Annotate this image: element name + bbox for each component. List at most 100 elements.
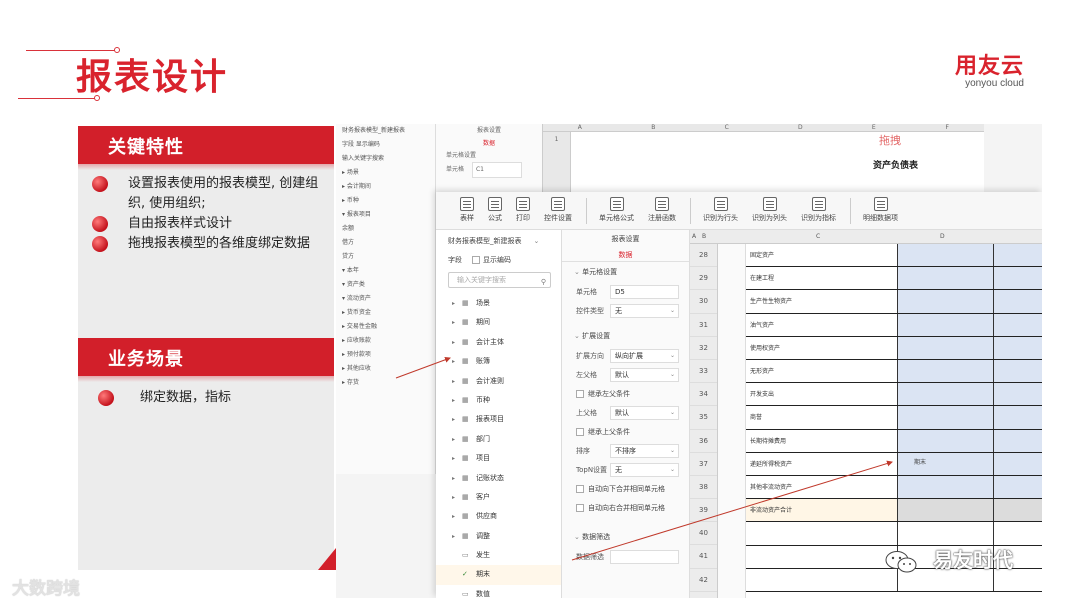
back-tree-row[interactable]: ▾ 流动资产 bbox=[336, 292, 435, 306]
toolbar-button[interactable]: 表样 bbox=[460, 192, 474, 223]
tree-node[interactable]: ▸ ▦ 期间 bbox=[436, 313, 561, 332]
tree-node[interactable]: ▸ ▦ 账簿 bbox=[436, 352, 561, 371]
value-cell[interactable] bbox=[994, 522, 1042, 545]
item-label-cell[interactable] bbox=[746, 568, 898, 591]
value-cell[interactable] bbox=[994, 499, 1042, 522]
toolbar-button[interactable]: 公式 bbox=[488, 192, 502, 223]
toolbar-button[interactable]: 注册函数 bbox=[648, 192, 676, 223]
tree-node[interactable]: ▸ ▦ 会计主体 bbox=[436, 333, 561, 352]
expand-arrow-icon[interactable]: ▸ bbox=[452, 507, 462, 526]
inherit-left-checkbox[interactable]: 继承左父条件 bbox=[562, 384, 689, 403]
value-cell[interactable] bbox=[994, 360, 1042, 383]
tab-fields[interactable]: 字段 bbox=[448, 255, 462, 265]
value-cell[interactable] bbox=[898, 499, 994, 522]
item-label-cell[interactable]: 固定资产 bbox=[746, 244, 898, 267]
expand-arrow-icon[interactable]: ▸ bbox=[452, 333, 462, 352]
show-code-toggle[interactable]: 显示编码 bbox=[472, 255, 511, 265]
back-tree-row[interactable]: ▾ 资产类 bbox=[336, 278, 435, 292]
toolbar-button[interactable]: 识别为列头 bbox=[752, 192, 787, 223]
search-icon[interactable]: ⚲ bbox=[541, 275, 546, 289]
value-cell[interactable] bbox=[898, 476, 994, 499]
back-column-label[interactable]: A bbox=[543, 124, 617, 131]
row-number[interactable]: 39 bbox=[690, 499, 717, 523]
value-cell[interactable] bbox=[994, 244, 1042, 267]
item-label-cell[interactable]: 其他非流动资产 bbox=[746, 476, 898, 499]
tree-node[interactable]: ▭ 数值 bbox=[436, 585, 561, 598]
tree-node[interactable]: ▸ ▦ 调整 bbox=[436, 527, 561, 546]
row-number[interactable]: 34 bbox=[690, 383, 717, 407]
model-selector[interactable]: 财务报表模型_新建报表 ⌄ bbox=[436, 230, 561, 252]
item-label-cell[interactable]: 递延所得税资产 bbox=[746, 452, 898, 475]
expand-arrow-icon[interactable]: ▸ bbox=[452, 430, 462, 449]
column-label[interactable]: C bbox=[816, 233, 820, 240]
expand-settings-section[interactable]: ⌄ 扩展设置 bbox=[562, 326, 689, 346]
tree-node[interactable]: ▸ ▦ 会计准则 bbox=[436, 372, 561, 391]
tab-data[interactable]: 数据 bbox=[562, 248, 689, 262]
tree-node[interactable]: ▸ ▦ 报表项目 bbox=[436, 410, 561, 429]
expand-arrow-icon[interactable]: ▸ bbox=[452, 294, 462, 313]
item-label-cell[interactable]: 商誉 bbox=[746, 406, 898, 429]
expand-arrow-icon[interactable]: ▸ bbox=[452, 449, 462, 468]
data-filter-section[interactable]: ⌄ 数据筛选 bbox=[562, 527, 689, 547]
item-label-cell[interactable]: 开发支出 bbox=[746, 383, 898, 406]
expand-arrow-icon[interactable]: ▸ bbox=[452, 469, 462, 488]
back-tree-row[interactable]: ▸ 其他应收 bbox=[336, 362, 435, 376]
row-number[interactable]: 40 bbox=[690, 522, 717, 546]
value-cell[interactable] bbox=[898, 429, 994, 452]
item-label-cell[interactable]: 油气资产 bbox=[746, 313, 898, 336]
row-number[interactable]: 28 bbox=[690, 244, 717, 268]
value-cell[interactable] bbox=[994, 267, 1042, 290]
item-label-cell[interactable]: 使用权资产 bbox=[746, 336, 898, 359]
back-prop-tab[interactable]: 数据 bbox=[436, 138, 542, 150]
value-cell[interactable] bbox=[994, 476, 1042, 499]
back-tree-row[interactable]: ▸ 存货 bbox=[336, 376, 435, 390]
item-label-cell[interactable]: 长期待摊费用 bbox=[746, 429, 898, 452]
back-tree-row[interactable]: ▸ 应收账款 bbox=[336, 334, 435, 348]
value-cell[interactable] bbox=[898, 360, 994, 383]
control-type-select[interactable]: 无 ⌄ bbox=[610, 303, 679, 318]
row-number[interactable]: 41 bbox=[690, 545, 717, 569]
value-cell[interactable] bbox=[898, 313, 994, 336]
back-tree-row[interactable]: ▸ 预付款项 bbox=[336, 348, 435, 362]
column-label[interactable]: B bbox=[702, 233, 706, 240]
sort-select[interactable]: 不排序 ⌄ bbox=[610, 443, 679, 458]
value-cell[interactable] bbox=[898, 290, 994, 313]
cell-settings-section[interactable]: ⌄ 单元格设置 bbox=[562, 262, 689, 282]
back-tree-row[interactable]: 贷方 bbox=[336, 250, 435, 264]
tree-node[interactable]: ▭ 发生 bbox=[436, 546, 561, 565]
back-tree-row[interactable]: 借方 bbox=[336, 236, 435, 250]
back-tree-row[interactable]: 输入关键字搜索 bbox=[336, 152, 435, 166]
value-cell[interactable] bbox=[994, 336, 1042, 359]
value-cell[interactable] bbox=[898, 336, 994, 359]
back-tree-row[interactable]: ▸ 会计期间 bbox=[336, 180, 435, 194]
back-tree-row[interactable]: ▸ 币种 bbox=[336, 194, 435, 208]
back-tree-row[interactable]: 财务报表模型_新建报表 bbox=[336, 124, 435, 138]
toolbar-button[interactable]: 控件设置 bbox=[544, 192, 572, 223]
expand-arrow-icon[interactable]: ▸ bbox=[452, 410, 462, 429]
item-label-cell[interactable]: 无形资产 bbox=[746, 360, 898, 383]
checkbox[interactable] bbox=[472, 256, 480, 264]
back-tree-row[interactable]: ▸ 货币资金 bbox=[336, 306, 435, 320]
merge-down-checkbox[interactable]: 自动向下合并相同单元格 bbox=[562, 479, 689, 498]
value-cell[interactable] bbox=[994, 290, 1042, 313]
up-parent-select[interactable]: 默认 ⌄ bbox=[610, 405, 679, 420]
value-cell[interactable] bbox=[898, 267, 994, 290]
expand-arrow-icon[interactable]: ▸ bbox=[452, 372, 462, 391]
merge-right-checkbox[interactable]: 自动向右合并相同单元格 bbox=[562, 498, 689, 517]
tree-node[interactable]: ✓ 期末 bbox=[436, 565, 561, 585]
value-cell[interactable] bbox=[898, 383, 994, 406]
item-label-cell[interactable]: 生产性生物资产 bbox=[746, 290, 898, 313]
toolbar-button[interactable]: 识别为指标 bbox=[801, 192, 836, 223]
row-number[interactable]: 38 bbox=[690, 476, 717, 500]
tree-search-input[interactable]: 输入关键字搜索 ⚲ bbox=[448, 272, 551, 288]
value-cell[interactable] bbox=[898, 244, 994, 267]
expand-arrow-icon[interactable]: ▸ bbox=[452, 391, 462, 410]
column-label[interactable]: D bbox=[940, 233, 945, 240]
value-cell[interactable] bbox=[994, 452, 1042, 475]
back-tree-row[interactable]: ▸ 场景 bbox=[336, 166, 435, 180]
column-label[interactable]: A bbox=[692, 233, 696, 240]
value-cell[interactable] bbox=[994, 429, 1042, 452]
value-cell[interactable] bbox=[994, 313, 1042, 336]
toolbar-button[interactable]: 明细数据项 bbox=[863, 192, 898, 223]
back-column-label[interactable]: C bbox=[690, 124, 764, 131]
